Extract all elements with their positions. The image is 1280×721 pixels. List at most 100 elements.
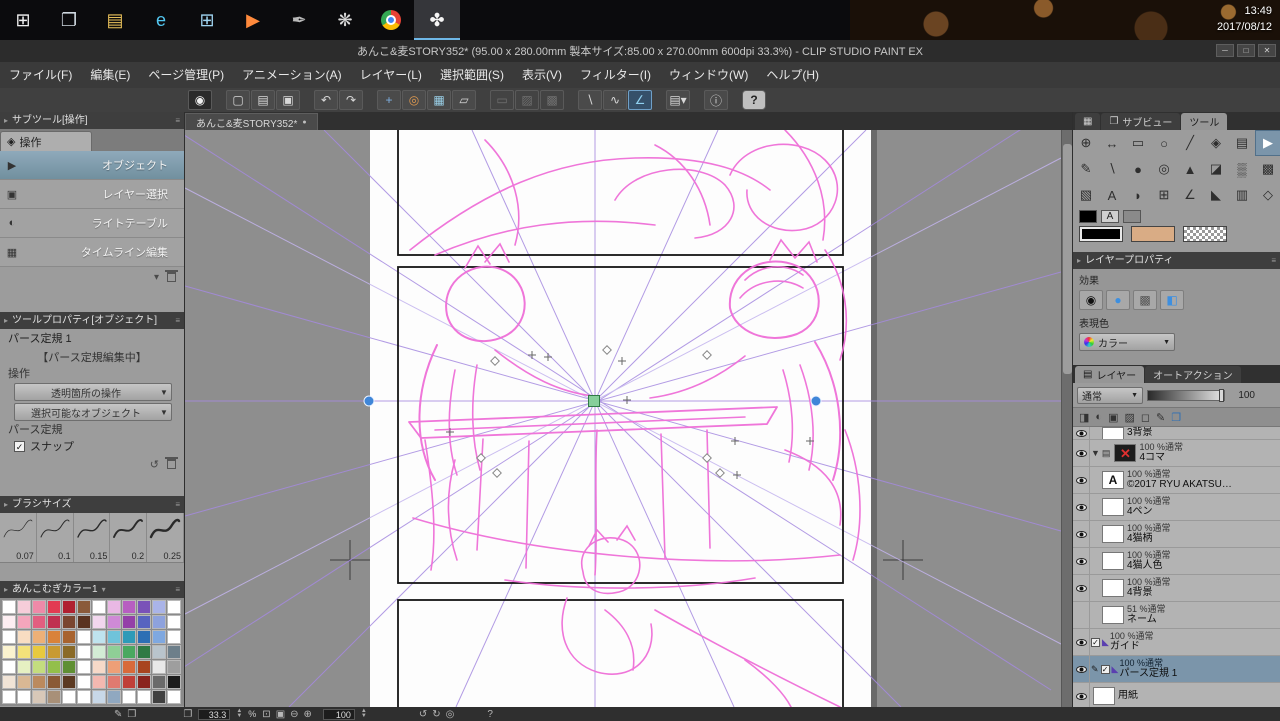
menu-item-0[interactable]: ファイル(F) [0,62,81,88]
color-swatch-55[interactable] [107,660,121,674]
color-swatch-72[interactable] [2,690,16,704]
brush-size-0.15[interactable]: 0.15 [74,513,111,562]
tool-property-header[interactable]: ▸ ツールプロパティ[オブジェクト] ≡ [0,312,184,329]
help-icon[interactable]: ? [487,709,493,720]
color-swatch-37[interactable] [17,645,31,659]
tool-eraser[interactable]: ◪ [1203,156,1229,182]
eye-cell[interactable] [1073,629,1090,655]
help-button[interactable]: ? [742,90,766,110]
subtool-item-0[interactable]: ▶ オブジェクト [0,151,184,180]
subtool-item-3[interactable]: ▦ タイムライン編集 [0,238,184,267]
color-swatch-54[interactable] [92,660,106,674]
eye-cell[interactable] [1073,683,1090,709]
color-swatch-58[interactable] [152,660,166,674]
close-button[interactable]: ✕ [1258,44,1276,57]
effect-layer-color[interactable]: ◧ [1160,290,1184,310]
panel-menu-icon[interactable]: ≡ [175,312,180,329]
color-swatch-26[interactable] [32,630,46,644]
layer-property-header[interactable]: ▸ レイヤープロパティ ≡ [1073,252,1280,269]
transparent-color-swatch[interactable] [1182,226,1227,242]
ruler-visible-checkbox[interactable]: ✓ [1100,664,1110,674]
scale-value[interactable]: 100 [322,708,355,720]
color-swatch-44[interactable] [122,645,136,659]
eye-icon[interactable] [1075,429,1087,437]
color-swatch-40[interactable] [62,645,76,659]
eye-cell[interactable] [1073,575,1090,601]
panel-menu-icon[interactable]: ≡ [1271,252,1276,269]
main-color-swatch[interactable] [1079,226,1123,242]
color-swatch-38[interactable] [32,645,46,659]
eye-icon[interactable] [1075,584,1087,592]
color-swatch-5[interactable] [77,600,91,614]
tool-selection[interactable]: ▭ [1125,130,1151,156]
color-swatch-56[interactable] [122,660,136,674]
color-swatch-82[interactable] [152,690,166,704]
brush-size-0.2[interactable]: 0.2 [110,513,148,562]
app-tiles-icon[interactable]: ⊞ [184,0,230,40]
save-file-button[interactable]: ▣ [276,90,300,110]
fit-screen-icon[interactable]: ⊡ [262,709,270,720]
eye-cell[interactable] [1073,440,1090,466]
color-swatch-15[interactable] [47,615,61,629]
color-swatch-4[interactable] [62,600,76,614]
color-swatch-71[interactable] [167,675,181,689]
color-swatch-6[interactable] [92,600,106,614]
tab-subview[interactable]: ❐ サブビュー [1101,113,1181,130]
tool-operate[interactable]: ▶ [1255,130,1280,156]
media-player-icon[interactable]: ▶ [230,0,276,40]
brush-size-0.1[interactable]: 0.1 [37,513,74,562]
set-ruler-icon[interactable]: ✎ [1156,411,1165,424]
internet-explorer-icon[interactable]: e [138,0,184,40]
color-swatch-76[interactable] [62,690,76,704]
tool-text[interactable]: A [1099,182,1125,208]
color-swatch-46[interactable] [152,645,166,659]
layer-row-0[interactable]: 3背景 [1073,427,1280,440]
undo-button[interactable]: ↶ [314,90,338,110]
menu-item-8[interactable]: ウィンドウ(W) [660,62,757,88]
tool-decoration[interactable]: ▲ [1177,156,1203,182]
ruler-visible-checkbox[interactable]: ✓ [1091,637,1100,647]
tab-navigator[interactable]: ▦ [1075,113,1101,130]
brush-size-palette-header[interactable]: ▸ ブラシサイズ ≡ [0,496,184,513]
color-swatch-67[interactable] [107,675,121,689]
color-swatch-20[interactable] [122,615,136,629]
color-swatch-42[interactable] [92,645,106,659]
color-swatch-14[interactable] [32,615,46,629]
color-swatch-63[interactable] [47,675,61,689]
color-swatch-68[interactable] [122,675,136,689]
rotate-right-icon[interactable]: ↻ [432,709,440,720]
color-swatch-8[interactable] [122,600,136,614]
menu-item-1[interactable]: 編集(E) [81,62,139,88]
tool-gradient[interactable]: ▧ [1073,182,1099,208]
color-swatch-17[interactable] [77,615,91,629]
tool-eyedropper[interactable]: ╱ [1177,130,1203,156]
tool-comic-frame[interactable]: ⊞ [1151,182,1177,208]
subtool-tab-operation[interactable]: ◈ 操作 [0,131,92,151]
color-swatch-49[interactable] [17,660,31,674]
eye-icon[interactable] [1075,449,1087,457]
color-swatch-33[interactable] [137,630,151,644]
snap-to-grid-button[interactable]: ▦ [427,90,451,110]
color-swatch-80[interactable] [122,690,136,704]
clip-studio-home-button[interactable]: ◉ [188,90,212,110]
snap-to-ruler-button[interactable]: + [377,90,401,110]
workspace-dropdown-button[interactable]: ▤▾ [666,90,690,110]
tool-hand[interactable]: ◈ [1203,130,1229,156]
reset-view-icon[interactable]: ◎ [446,709,455,720]
zoom-stepper[interactable]: ▲ ▼ [236,708,242,719]
color-swatch-83[interactable] [167,690,181,704]
blend-mode-dropdown[interactable]: 通常 ▼ [1077,386,1143,404]
eye-icon[interactable] [1075,692,1087,700]
snap-to-special-ruler-button[interactable]: ◎ [402,90,426,110]
chrome-icon[interactable] [368,0,414,40]
color-swatch-74[interactable] [32,690,46,704]
minimize-button[interactable]: ─ [1216,44,1234,57]
chevron-down-icon[interactable]: ▾ [102,581,106,598]
panel-menu-icon[interactable]: ≡ [175,581,180,598]
eye-cell[interactable] [1073,656,1090,682]
color-swatch-45[interactable] [137,645,151,659]
color-swatch-36[interactable] [2,645,16,659]
color-swatch-65[interactable] [77,675,91,689]
tool-line-correct[interactable]: ▥ [1229,182,1255,208]
color-swatch-52[interactable] [62,660,76,674]
